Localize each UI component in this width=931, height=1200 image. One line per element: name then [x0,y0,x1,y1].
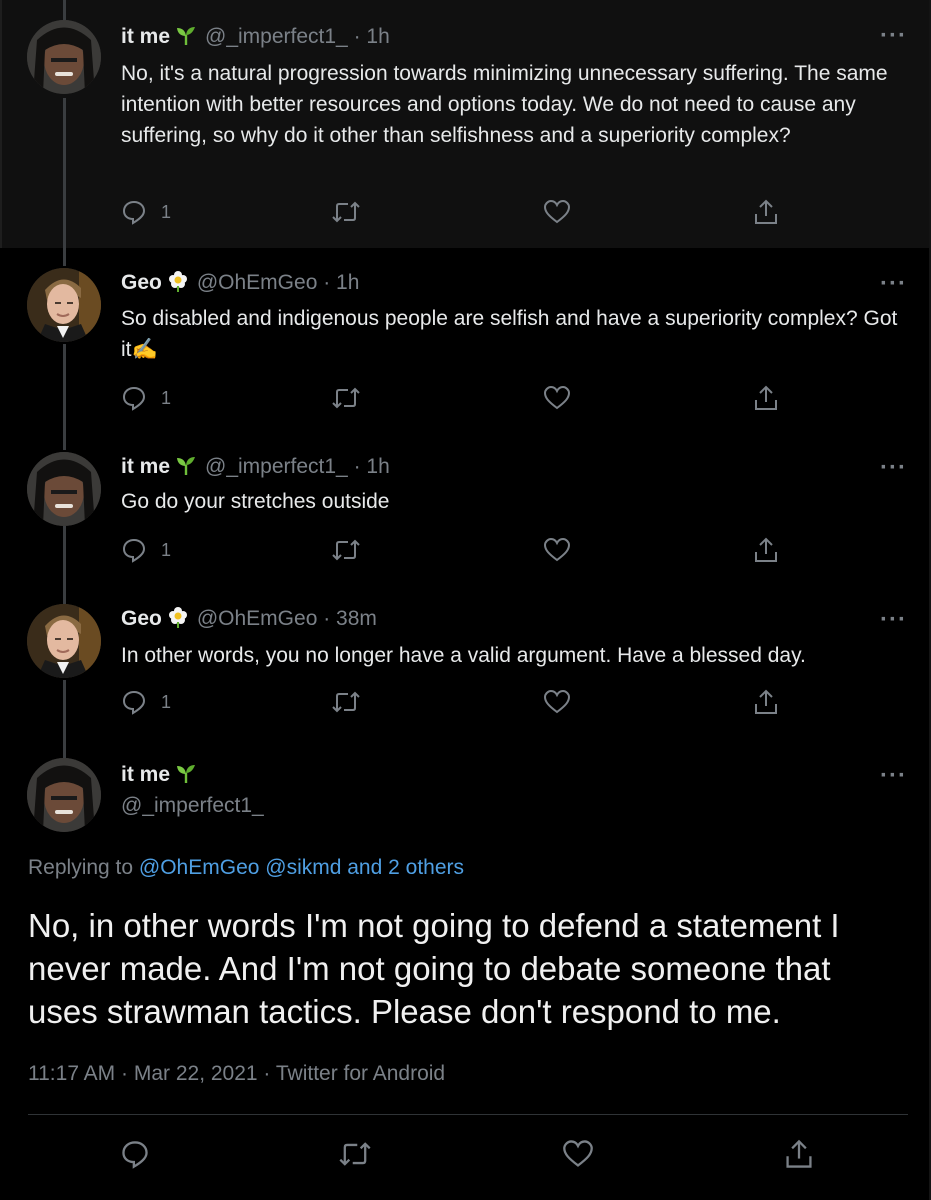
more-dots-icon[interactable]: ··· [880,608,907,632]
seedling-emoji [175,454,197,482]
tweet-text: In other words, you no longer have a val… [121,644,806,667]
tweet-header: Geo @OhEmGeo · 38m [121,606,377,634]
display-name[interactable]: Geo [121,607,162,630]
reply-button[interactable]: 1 [121,536,171,564]
handle-time[interactable]: @OhEmGeo · 1h [197,271,360,294]
reply-icon [121,537,147,563]
avatar[interactable] [27,20,101,94]
reply-icon [121,199,147,225]
focus-tweet-actions [28,1136,908,1172]
avatar[interactable] [27,758,101,832]
tweet[interactable]: it me @_imperfect1_ · 1h ··· No, it's a n… [0,0,931,248]
share-button[interactable] [753,688,779,716]
reply-button[interactable]: 1 [121,688,171,716]
thread-page: it me @_imperfect1_ · 1h ··· No, it's a n… [0,0,931,1200]
like-icon [543,537,571,563]
retweet-icon [331,689,361,715]
like-button[interactable] [543,384,571,412]
avatar[interactable] [27,604,101,678]
tweet-actions: 1 [121,536,801,566]
reply-icon [121,385,147,411]
focus-display-name-row: it me [121,762,197,790]
divider [28,1114,908,1115]
handle-time[interactable]: @OhEmGeo · 38m [197,607,377,630]
like-button[interactable] [543,198,571,226]
tweet-header: it me @_imperfect1_ · 1h [121,454,390,482]
tweet-text: Go do your stretches outside [121,490,390,513]
display-name[interactable]: it me [121,763,170,786]
share-button[interactable] [753,198,779,226]
more-dots-icon[interactable]: ··· [880,456,907,480]
reply-icon [121,689,147,715]
handle-time[interactable]: @_imperfect1_ · 1h [205,455,390,478]
retweet-icon [338,1139,372,1169]
reply-button[interactable]: 1 [121,384,171,412]
focus-tweet-text: No, in other words I'm not going to defe… [28,907,840,1030]
tweet-text: So disabled and indigenous people are se… [121,307,898,361]
share-button[interactable] [784,1136,814,1172]
like-icon [543,385,571,411]
retweet-button[interactable] [331,198,361,226]
reply-count: 1 [161,691,172,712]
retweet-button[interactable] [331,688,361,716]
tweet-text: No, it's a natural progression towards m… [121,62,888,147]
retweet-button[interactable] [338,1136,372,1172]
like-icon [543,199,571,225]
retweet-icon [331,199,361,225]
reply-count: 1 [161,387,172,408]
tweet-actions: 1 [121,198,801,228]
tweet[interactable]: Geo @OhEmGeo · 1h ··· So disabled and ind… [0,248,931,438]
retweet-icon [331,537,361,563]
share-button[interactable] [753,536,779,564]
tweet-header: Geo @OhEmGeo · 1h [121,270,359,298]
share-icon [753,198,779,226]
more-dots-icon[interactable]: ··· [880,764,907,788]
avatar[interactable] [27,268,101,342]
tweet-header: it me @_imperfect1_ · 1h [121,24,390,52]
replying-to: Replying to @OhEmGeo @sikmd and 2 others [28,856,464,880]
tweet-meta[interactable]: 11:17 AM · Mar 22, 2021 · Twitter for An… [28,1062,445,1086]
share-icon [753,536,779,564]
reply-count: 1 [161,539,172,560]
retweet-button[interactable] [331,536,361,564]
tweet-actions: 1 [121,688,801,718]
like-button[interactable] [543,536,571,564]
blossom-emoji [167,606,189,634]
share-icon [753,688,779,716]
replying-links[interactable]: @OhEmGeo @sikmd and 2 others [139,856,464,879]
reply-button[interactable]: 1 [121,198,171,226]
seedling-emoji [175,24,197,52]
like-icon [543,689,571,715]
handle-time[interactable]: @_imperfect1_ · 1h [205,25,390,48]
more-dots-icon[interactable]: ··· [880,272,907,296]
like-icon [562,1139,594,1169]
share-icon [784,1138,814,1170]
retweet-icon [331,385,361,411]
share-button[interactable] [753,384,779,412]
replying-prefix: Replying to [28,856,134,879]
like-button[interactable] [562,1136,594,1172]
tweet[interactable]: it me @_imperfect1_ · 1h ··· Go do your s… [0,438,931,594]
reply-count: 1 [161,201,172,222]
display-name[interactable]: Geo [121,271,162,294]
reply-button[interactable] [120,1136,150,1172]
focus-handle[interactable]: @_imperfect1_ [121,794,264,818]
share-icon [753,384,779,412]
more-dots-icon[interactable]: ··· [880,24,907,48]
tweet-actions: 1 [121,384,801,414]
blossom-emoji [167,270,189,298]
avatar[interactable] [27,452,101,526]
retweet-button[interactable] [331,384,361,412]
display-name[interactable]: it me [121,25,170,48]
seedling-emoji [175,762,197,790]
tweet[interactable]: Geo @OhEmGeo · 38m ··· In other words, yo… [0,594,931,744]
like-button[interactable] [543,688,571,716]
reply-icon [120,1139,150,1169]
display-name[interactable]: it me [121,455,170,478]
